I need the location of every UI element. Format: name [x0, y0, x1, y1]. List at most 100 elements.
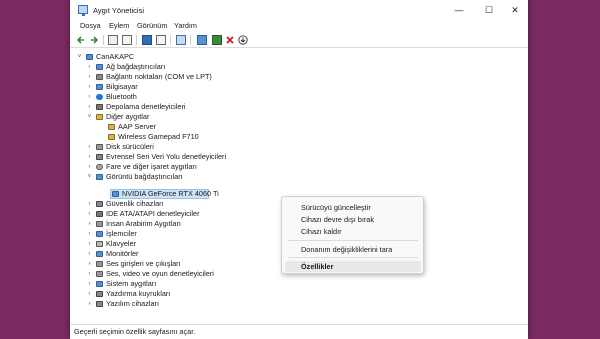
title-bar: Aygıt Yöneticisi — ☐ ✕	[70, 0, 528, 20]
tree-item[interactable]: › Ses, video ve oyun denetleyicileri	[84, 269, 304, 279]
unknown-device-warning-icon	[108, 124, 115, 130]
close-button[interactable]: ✕	[500, 0, 530, 20]
expand-chevron-icon[interactable]: ›	[86, 219, 93, 229]
uninstall-x-icon[interactable]	[225, 35, 235, 45]
collapse-chevron-icon[interactable]: ˅	[86, 172, 93, 182]
expand-chevron-icon[interactable]: ›	[86, 289, 93, 299]
collapse-chevron-icon[interactable]: ˅	[86, 112, 93, 122]
toolbar-separator	[136, 35, 137, 45]
tree-root[interactable]: ˅ CanAKAPC	[74, 52, 274, 62]
help-icon[interactable]	[142, 35, 152, 45]
tree-item[interactable]: › Yazılım cihazları	[84, 299, 284, 309]
tree-item[interactable]: ˅ Diğer aygıtlar	[84, 112, 284, 122]
update-driver-icon[interactable]	[212, 35, 222, 45]
tree-item[interactable]: › Monitörler	[84, 249, 284, 259]
tree-item[interactable]: › Bağlantı noktaları (COM ve LPT)	[84, 72, 284, 82]
menu-file[interactable]: Dosya	[80, 21, 101, 30]
gpu-icon	[112, 191, 119, 197]
expand-chevron-icon[interactable]: ›	[86, 152, 93, 162]
expand-chevron-icon[interactable]: ›	[86, 259, 93, 269]
keyboard-icon	[96, 241, 103, 247]
storage-controller-icon	[96, 104, 103, 110]
uninstall-device-menu-item[interactable]: Cihazı kaldır	[301, 227, 342, 236]
tree-item[interactable]: › Yazdırma kuyrukları	[84, 289, 284, 299]
expand-chevron-icon[interactable]: ›	[86, 269, 93, 279]
tree-item[interactable]: › Sistem aygıtları	[84, 279, 284, 289]
tree-item[interactable]: › Fare ve diğer işaret aygıtları	[84, 162, 284, 172]
tree-item-label: İşlemciler	[106, 229, 137, 238]
properties-sheet-icon[interactable]	[122, 35, 132, 45]
tree-item-label: Bluetooth	[106, 92, 137, 101]
back-arrow-icon[interactable]	[76, 35, 86, 45]
menu-view[interactable]: Görünüm	[137, 21, 167, 30]
tree-item-selected[interactable]: NVIDIA GeForce RTX 4060 Ti	[100, 189, 220, 199]
tree-item-label: Disk sürücüleri	[106, 142, 154, 151]
expand-chevron-icon[interactable]: ›	[86, 239, 93, 249]
tree-item[interactable]: › Ağ bağdaştırıcıları	[84, 62, 284, 72]
expand-chevron-icon[interactable]: ›	[86, 92, 93, 102]
expand-chevron-icon[interactable]: ›	[86, 62, 93, 72]
properties-menu-item[interactable]: Özellikler	[301, 262, 333, 271]
processor-icon	[96, 231, 103, 237]
expand-chevron-icon[interactable]: ›	[86, 279, 93, 289]
monitor-icon[interactable]	[197, 35, 207, 45]
bluetooth-icon	[96, 94, 103, 100]
speaker-icon	[96, 261, 103, 267]
ide-controller-icon	[96, 211, 103, 217]
tree-item-label: Ağ bağdaştırıcıları	[106, 62, 166, 71]
tree-item-label: Wireless Gamepad F710	[118, 132, 199, 141]
expand-chevron-icon[interactable]: ›	[86, 142, 93, 152]
expand-chevron-icon[interactable]: ›	[86, 229, 93, 239]
expand-chevron-icon[interactable]: ›	[86, 209, 93, 219]
tree-item-label: Fare ve diğer işaret aygıtları	[106, 162, 197, 171]
computer-icon	[86, 54, 93, 60]
tree-item[interactable]: › Güvenlik cihazları	[84, 199, 284, 209]
minimize-button[interactable]: —	[444, 0, 474, 20]
tree-item[interactable]: › Klavyeler	[84, 239, 284, 249]
expand-chevron-icon[interactable]: ›	[86, 249, 93, 259]
tree-item-label: İnsan Arabirim Aygıtları	[106, 219, 181, 228]
network-adapter-icon	[96, 64, 103, 70]
device-tree: ˅ CanAKAPC › Ağ bağdaştırıcıları › Bağla…	[70, 48, 528, 324]
tree-item[interactable]: › Depolama denetleyicileri	[84, 102, 284, 112]
menu-bar: Dosya Eylem Görünüm Yardım	[70, 20, 528, 33]
tree-item[interactable]: › İnsan Arabirim Aygıtları	[84, 219, 284, 229]
tree-item[interactable]: › İşlemciler	[84, 229, 284, 239]
download-arrow-icon[interactable]	[238, 35, 248, 45]
expand-chevron-icon[interactable]: ›	[86, 72, 93, 82]
toolbar	[70, 33, 528, 48]
tree-item[interactable]: › Ses girişleri ve çıkışları	[84, 259, 284, 269]
tree-item[interactable]: ˅ Görüntü bağdaştırıcıları	[84, 172, 284, 182]
tree-item-label: IDE ATA/ATAPI denetleyiciler	[106, 209, 200, 218]
toolbar-separator	[190, 35, 191, 45]
tree-item[interactable]: › IDE ATA/ATAPI denetleyiciler	[84, 209, 284, 219]
tree-item[interactable]: › Evrensel Seri Veri Yolu denetleyiciler…	[84, 152, 304, 162]
update-driver-menu-item[interactable]: Sürücüyü güncelleştir	[301, 203, 371, 212]
tree-item[interactable]: › Bilgisayar	[84, 82, 284, 92]
other-devices-icon	[96, 114, 103, 120]
scan-hardware-menu-item[interactable]: Donanım değişikliklerini tara	[301, 245, 392, 254]
menu-help[interactable]: Yardım	[174, 21, 197, 30]
collapse-chevron-icon[interactable]: ˅	[76, 52, 83, 62]
tree-item-label: Evrensel Seri Veri Yolu denetleyicileri	[106, 152, 227, 161]
tree-item[interactable]: › Bluetooth	[84, 92, 284, 102]
tree-item[interactable]: Wireless Gamepad F710	[100, 132, 300, 142]
menu-action[interactable]: Eylem	[109, 21, 129, 30]
show-hide-tree-icon[interactable]	[108, 35, 118, 45]
scan-hardware-icon[interactable]	[176, 35, 186, 45]
expand-chevron-icon[interactable]: ›	[86, 82, 93, 92]
expand-chevron-icon[interactable]: ›	[86, 162, 93, 172]
expand-chevron-icon[interactable]: ›	[86, 199, 93, 209]
expand-chevron-icon[interactable]: ›	[86, 299, 93, 309]
details-view-icon[interactable]	[156, 35, 166, 45]
disable-device-menu-item[interactable]: Cihazı devre dışı bırak	[301, 215, 374, 224]
forward-arrow-icon[interactable]	[89, 35, 99, 45]
tree-item[interactable]: › Disk sürücüleri	[84, 142, 284, 152]
software-device-icon	[96, 301, 103, 307]
tree-item-label: Ses girişleri ve çıkışları	[106, 259, 181, 268]
monitor-icon	[96, 251, 103, 257]
tree-item[interactable]: AAP Server	[100, 122, 300, 132]
context-menu-separator	[288, 240, 418, 241]
expand-chevron-icon[interactable]: ›	[86, 102, 93, 112]
context-menu: Sürücüyü güncelleştir Cihazı devre dışı …	[281, 196, 424, 274]
